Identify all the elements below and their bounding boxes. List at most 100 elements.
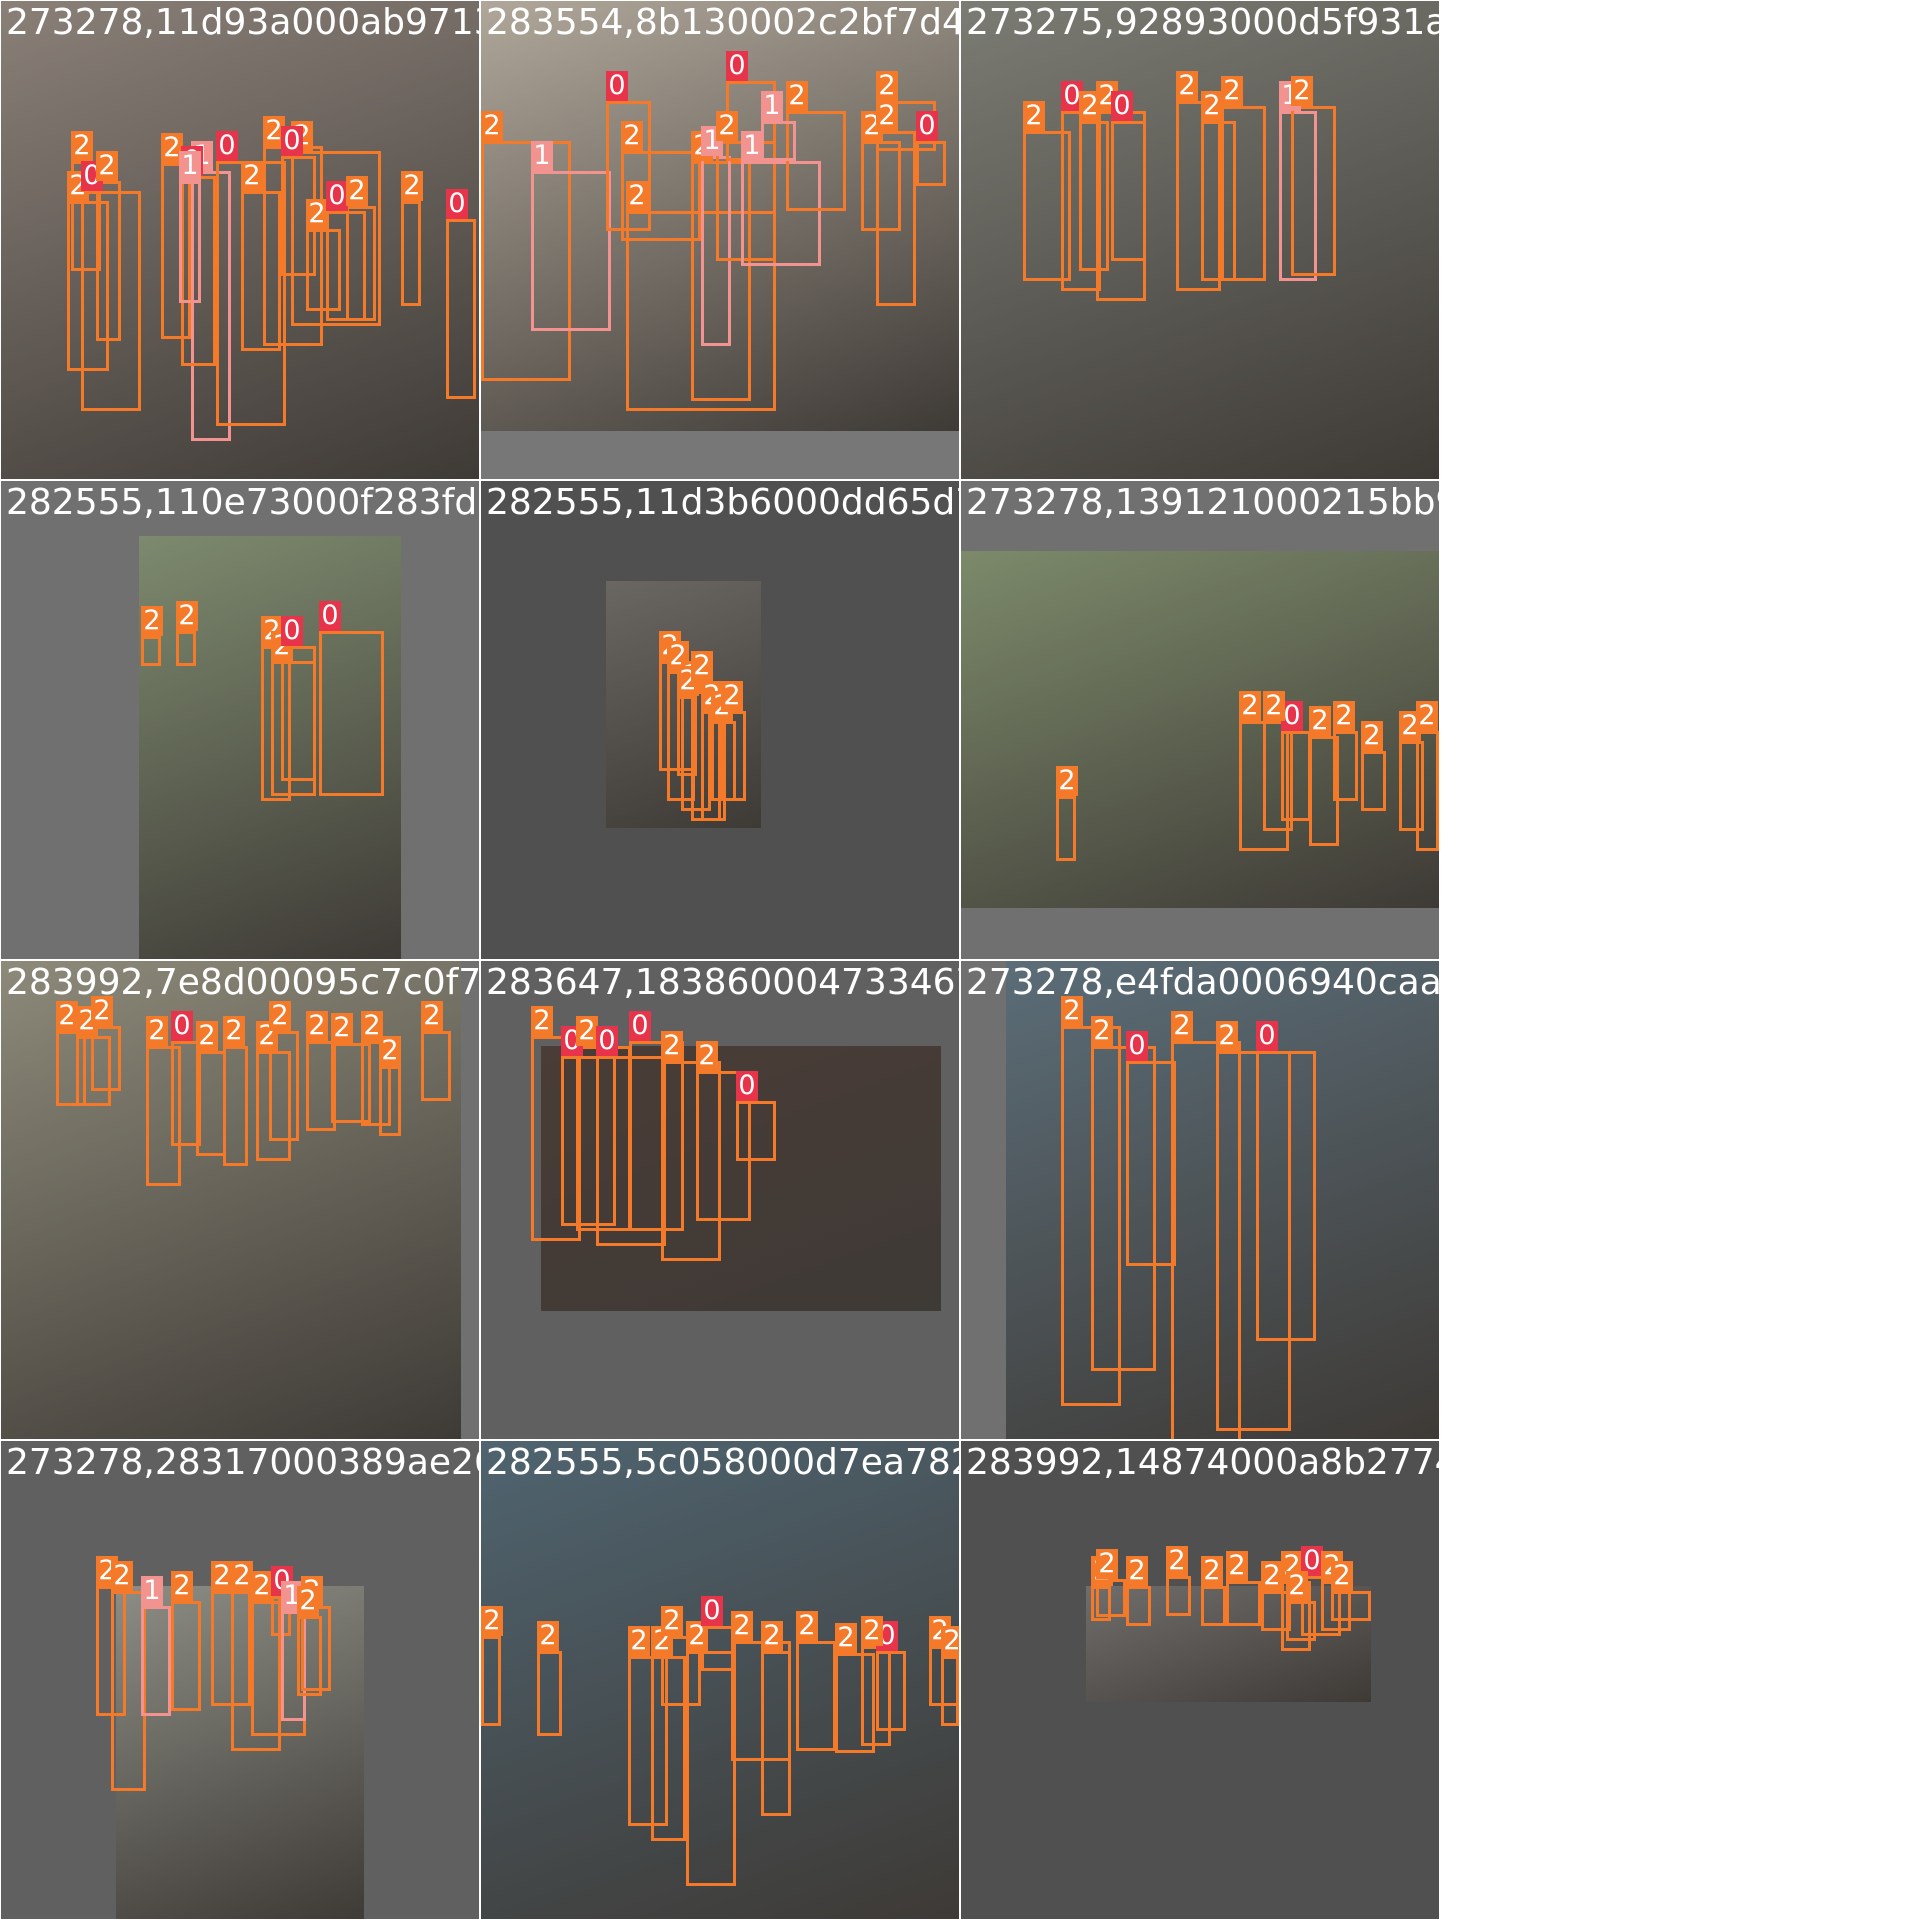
bounding-box	[421, 1031, 451, 1101]
class-label: 2	[796, 1611, 818, 1641]
class-label: 0	[281, 616, 303, 646]
class-label: 2	[421, 1001, 443, 1031]
class-label: 0	[216, 131, 238, 161]
bounding-box	[1416, 731, 1439, 851]
class-label: 2	[96, 151, 118, 181]
class-label: 2	[661, 1031, 683, 1061]
class-label: 2	[876, 101, 898, 131]
class-label: 2	[223, 1016, 245, 1046]
bounding-box	[796, 1641, 836, 1751]
class-label: 2	[306, 199, 328, 229]
class-label: 2	[56, 1001, 78, 1031]
bounding-box	[761, 121, 796, 161]
image-tile: 22222222282555,11d3b6000dd65d7b6.jpg	[481, 481, 959, 959]
image-tile: 2022022212273275,92893000d5f931ab.jpg	[961, 1, 1439, 479]
class-label: 0	[281, 126, 303, 156]
bounding-box	[876, 131, 916, 306]
detection-grid: 202120102202202202273278,11d93a000ab9713…	[0, 0, 1920, 1920]
class-label: 2	[835, 1623, 857, 1653]
bounding-box	[319, 631, 384, 796]
class-label: 2	[1171, 1011, 1193, 1041]
bounding-box	[721, 711, 746, 801]
bounding-box	[941, 1656, 959, 1726]
class-label: 0	[446, 189, 468, 219]
class-label: 2	[531, 1006, 553, 1036]
image-tile: 222200282555,110e73000f283fd7f.jpg	[1, 481, 479, 959]
class-label: 2	[1416, 701, 1438, 731]
bounding-box	[1166, 1576, 1191, 1616]
class-label: 2	[1201, 91, 1223, 121]
class-label: 2	[621, 121, 643, 151]
class-label: 2	[141, 606, 163, 636]
class-label: 1	[761, 91, 783, 121]
class-label: 2	[71, 131, 93, 161]
class-label: 2	[331, 1013, 353, 1043]
class-label: 2	[628, 1626, 650, 1656]
class-label: 2	[269, 1001, 291, 1031]
class-label: 2	[481, 1606, 503, 1636]
bounding-box	[1331, 1591, 1371, 1621]
class-label: 0	[171, 1011, 193, 1041]
class-label: 0	[1256, 1021, 1278, 1051]
bounding-box	[446, 219, 476, 399]
bounding-box	[1263, 721, 1293, 831]
class-label: 2	[1261, 1561, 1283, 1591]
class-label: 2	[196, 1021, 218, 1051]
bounding-box	[1291, 106, 1336, 276]
class-label: 0	[319, 601, 341, 631]
class-label: 2	[251, 1571, 273, 1601]
class-label: 2	[941, 1626, 959, 1656]
class-label: 2	[691, 651, 713, 681]
class-label: 2	[861, 1616, 883, 1646]
image-tile: 220222222273278,139121000215bb918.jpg	[961, 481, 1439, 959]
class-label: 0	[1126, 1031, 1148, 1061]
class-label: 2	[346, 176, 368, 206]
bounding-box	[171, 1601, 201, 1711]
bounding-box	[1111, 121, 1146, 261]
image-tile: 22220222222222283992,7e8d00095c7c0f7.jpg	[1, 961, 479, 1439]
class-label: 2	[1023, 101, 1045, 131]
bounding-box	[179, 181, 201, 303]
class-label: 2	[1361, 721, 1383, 751]
class-label: 2	[211, 1561, 233, 1591]
class-label: 2	[111, 1561, 133, 1591]
bounding-box	[297, 1616, 322, 1696]
bounding-box	[1256, 1051, 1316, 1341]
class-label: 2	[1061, 996, 1083, 1026]
image-tile: 20200220283647,1838600047334670.jpg	[481, 961, 959, 1439]
class-label: 2	[716, 111, 738, 141]
class-label: 0	[701, 1596, 723, 1626]
class-label: 1	[141, 1576, 163, 1606]
bounding-box	[1126, 1061, 1176, 1266]
bounding-box	[346, 206, 376, 321]
bounding-box	[1361, 751, 1386, 811]
image-tile: 222220222022222282555,5c058000d7ea7821.j…	[481, 1441, 959, 1919]
class-label: 0	[1111, 91, 1133, 121]
image-tile: 202120102202202202273278,11d93a000ab9713…	[1, 1, 479, 479]
class-label: 2	[1309, 706, 1331, 736]
class-label: 2	[1091, 1016, 1113, 1046]
class-label: 2	[696, 1041, 718, 1071]
bounding-box	[176, 631, 196, 666]
bounding-box	[281, 646, 316, 781]
class-label: 2	[761, 1621, 783, 1651]
bounding-box	[731, 1641, 791, 1761]
class-label: 2	[1226, 1551, 1248, 1581]
image-tile: 2122201201212202283554,8b130002c2bf7d4.j…	[481, 1, 959, 479]
class-label: 0	[596, 1026, 618, 1056]
bounding-box	[379, 1066, 401, 1136]
bounding-box	[1126, 1586, 1151, 1626]
bounding-box	[1201, 1586, 1226, 1626]
bounding-box	[531, 171, 611, 331]
bounding-box	[141, 1606, 171, 1716]
class-label: 1	[741, 131, 763, 161]
class-label: 2	[1096, 1549, 1118, 1579]
class-label: 1	[531, 141, 553, 171]
bounding-box	[1056, 796, 1076, 861]
class-label: 2	[306, 1011, 328, 1041]
class-label: 2	[231, 1561, 253, 1591]
class-label: 2	[1239, 691, 1261, 721]
class-label: 2	[721, 681, 743, 711]
bounding-box	[401, 201, 421, 306]
image-tile: 220220273278,e4fda0006940caaf.jpg	[961, 961, 1439, 1439]
